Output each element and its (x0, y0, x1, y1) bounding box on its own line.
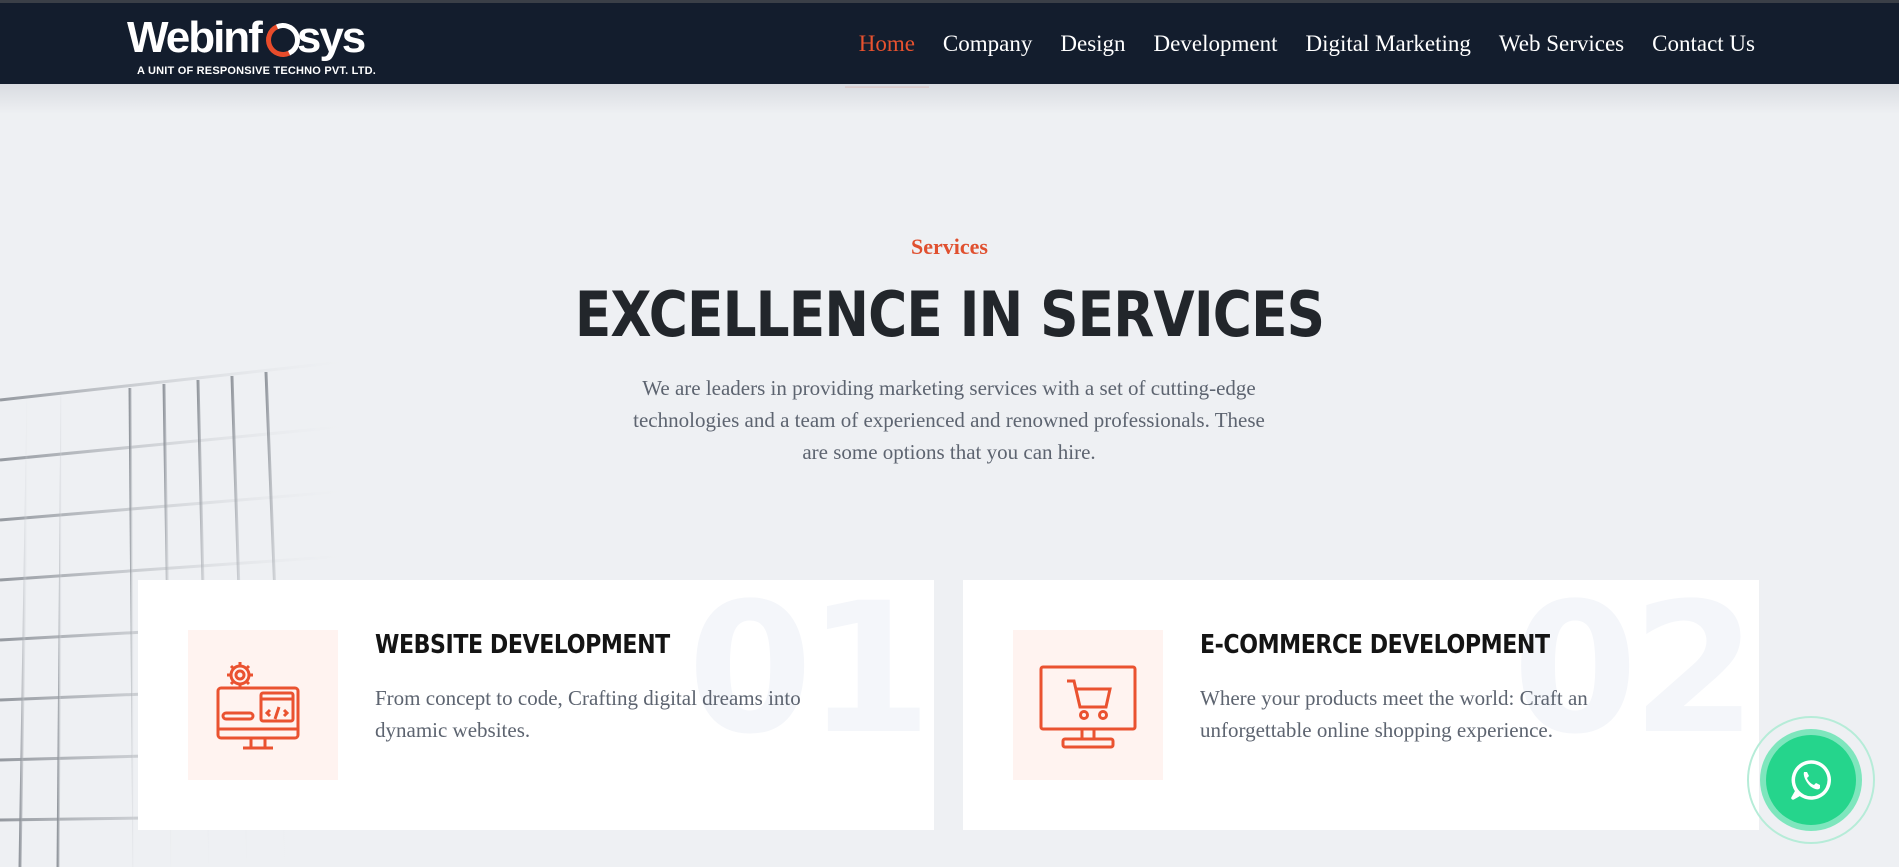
logo-subtitle: A UNIT OF RESPONSIVE TECHNO PVT. LTD. (137, 65, 377, 77)
logo[interactable]: Webinf sys A UNIT OF RESPONSIVE TECHNO PV… (127, 11, 377, 81)
card-text: Where your products meet the world: Craf… (1200, 686, 1588, 742)
whatsapp-icon (1791, 760, 1831, 800)
nav-design[interactable]: Design (1060, 3, 1125, 84)
whatsapp-button[interactable] (1747, 716, 1875, 844)
nav-web-services[interactable]: Web Services (1499, 3, 1624, 84)
shopping-cart-monitor-icon (1039, 665, 1137, 749)
nav-company[interactable]: Company (943, 3, 1032, 84)
service-card-website-development[interactable]: 01 WEBSITE DEVELOPMENT From concept to c… (138, 580, 934, 830)
logo-text: Webinf sys (127, 13, 366, 62)
section-label: Services (911, 234, 988, 259)
nav-development[interactable]: Development (1154, 3, 1278, 84)
card-icon-box (1013, 630, 1163, 780)
site-header: Webinf sys A UNIT OF RESPONSIVE TECHNO PV… (0, 3, 1899, 88)
nav-contact-us[interactable]: Contact Us (1652, 3, 1755, 84)
nav-digital-marketing[interactable]: Digital Marketing (1305, 3, 1470, 84)
section-description: We are leaders in providing marketing se… (633, 376, 1265, 464)
card-icon-box (188, 630, 338, 780)
section-title: EXCELLENCE IN SERVICES (574, 278, 1325, 351)
card-title: E-COMMERCE DEVELOPMENT (1200, 630, 1550, 660)
main-nav: Home Company Design Development Digital … (831, 3, 1755, 88)
whatsapp-circle (1766, 735, 1856, 825)
card-text: From concept to code, Crafting digital d… (375, 686, 801, 742)
web-development-icon (216, 662, 300, 750)
service-card-ecommerce-development[interactable]: 02 E-COMMERCE DEVELOPMENT Where your pro… (963, 580, 1759, 830)
card-title: WEBSITE DEVELOPMENT (375, 630, 670, 660)
nav-home[interactable]: Home (844, 3, 930, 88)
header-shadow (0, 84, 1899, 114)
